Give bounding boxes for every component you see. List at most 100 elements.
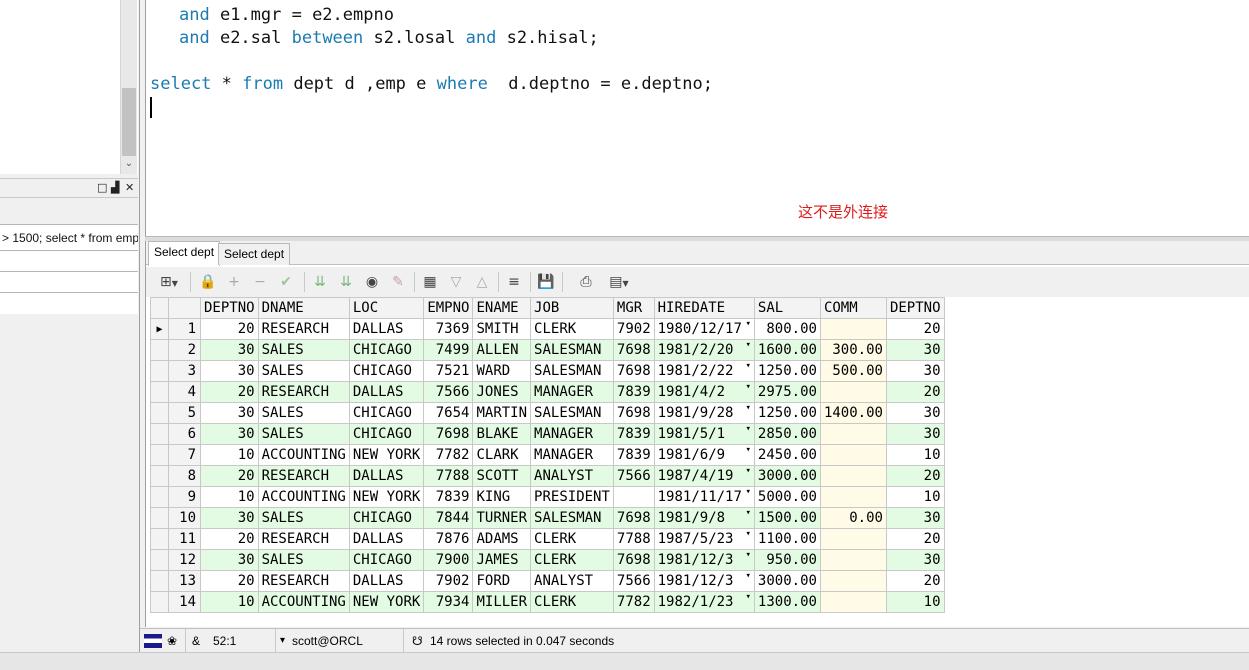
table-cell[interactable]: CLERK: [530, 591, 614, 613]
table-cell[interactable]: MILLER: [472, 591, 532, 613]
table-cell[interactable]: DALLAS: [348, 381, 425, 403]
table-cell[interactable]: 7788: [612, 528, 655, 550]
column-header[interactable]: MGR: [612, 297, 655, 319]
table-cell[interactable]: 30: [885, 360, 945, 382]
table-cell[interactable]: SALES: [257, 549, 350, 571]
table-row[interactable]: ▶ 1 20 RESEARCH DALLAS 7369 SMITH CLERK 7902 1980…: [150, 318, 945, 340]
find-icon[interactable]: ◉: [362, 272, 382, 292]
table-cell[interactable]: TURNER: [472, 507, 532, 529]
table-cell[interactable]: 30: [200, 339, 259, 361]
table-cell[interactable]: CHICAGO: [348, 339, 425, 361]
table-row[interactable]: 10 30 SALES CHICAGO 7844 TURNER SALESMAN 7698 19…: [150, 507, 945, 529]
table-cell[interactable]: 0.00: [819, 507, 887, 529]
table-cell[interactable]: MARTIN: [472, 402, 532, 424]
table-cell[interactable]: SALESMAN: [530, 402, 614, 424]
table-cell[interactable]: MANAGER: [530, 423, 614, 445]
table-cell[interactable]: RESEARCH: [257, 528, 350, 550]
table-row[interactable]: 9 10 ACCOUNTING NEW YORK 7839 KING PRESIDENT 19…: [150, 486, 945, 508]
date-dropdown-icon[interactable]: ▾: [746, 340, 751, 350]
date-dropdown-icon[interactable]: ▾: [746, 487, 751, 497]
table-cell[interactable]: 1987/5/23 ▾: [653, 528, 755, 550]
save-icon[interactable]: 💾: [536, 272, 556, 292]
table-cell[interactable]: SCOTT: [472, 465, 532, 487]
table-cell[interactable]: 7844: [423, 507, 474, 529]
clear-icon[interactable]: ✎: [388, 272, 408, 292]
table-row[interactable]: 4 20 RESEARCH DALLAS 7566 JONES MANAGER 7839 198…: [150, 381, 945, 403]
table-cell[interactable]: CLERK: [530, 549, 614, 571]
table-cell[interactable]: JONES: [472, 381, 532, 403]
table-cell[interactable]: SALES: [257, 339, 350, 361]
table-cell[interactable]: NEW YORK: [348, 444, 425, 466]
table-cell[interactable]: 20: [200, 465, 259, 487]
table-cell[interactable]: 20: [885, 570, 945, 592]
table-cell[interactable]: 7521: [423, 360, 474, 382]
table-cell[interactable]: 7876: [423, 528, 474, 550]
table-cell[interactable]: 7698: [612, 402, 655, 424]
table-row[interactable]: 13 20 RESEARCH DALLAS 7902 FORD ANALYST 7566 198…: [150, 570, 945, 592]
table-cell[interactable]: 7499: [423, 339, 474, 361]
table-cell[interactable]: ANALYST: [530, 465, 614, 487]
column-header[interactable]: DEPTNO: [200, 297, 259, 319]
table-cell[interactable]: 300.00: [819, 339, 887, 361]
table-cell[interactable]: DALLAS: [348, 528, 425, 550]
table-cell[interactable]: 7839: [612, 423, 655, 445]
table-cell[interactable]: KING: [472, 486, 532, 508]
table-cell[interactable]: 10: [885, 591, 945, 613]
table-cell[interactable]: 1980/12/17 ▾: [653, 318, 755, 340]
table-cell[interactable]: SALES: [257, 402, 350, 424]
table-cell[interactable]: 1981/9/28 ▾: [653, 402, 755, 424]
table-cell[interactable]: 30: [885, 339, 945, 361]
single-record-view-icon[interactable]: ≡: [504, 272, 524, 292]
table-cell[interactable]: RESEARCH: [257, 381, 350, 403]
scroll-down-arrow-icon[interactable]: ⌄: [123, 158, 135, 170]
table-cell[interactable]: JAMES: [472, 549, 532, 571]
result-grid[interactable]: DEPTNO DNAME LOC EMPNO ENAME JOB MGR HIREDATE SA…: [150, 297, 945, 613]
table-row[interactable]: 3 30 SALES CHICAGO 7521 WARD SALESMAN 7698 1981/…: [150, 360, 945, 382]
table-cell[interactable]: [819, 423, 887, 445]
table-cell[interactable]: NEW YORK: [348, 486, 425, 508]
table-cell[interactable]: 20: [200, 528, 259, 550]
table-cell[interactable]: MANAGER: [530, 381, 614, 403]
close-icon[interactable]: ✕: [125, 181, 134, 194]
connection-name[interactable]: scott@ORCL: [292, 629, 363, 653]
table-cell[interactable]: SALESMAN: [530, 339, 614, 361]
table-cell[interactable]: 10: [885, 486, 945, 508]
print-icon[interactable]: ⎙: [576, 272, 596, 292]
table-cell[interactable]: CLARK: [472, 444, 532, 466]
table-cell[interactable]: 500.00: [819, 360, 887, 382]
table-cell[interactable]: NEW YORK: [348, 591, 425, 613]
table-cell[interactable]: 800.00: [753, 318, 821, 340]
column-header[interactable]: LOC: [348, 297, 425, 319]
table-cell[interactable]: 30: [885, 549, 945, 571]
table-row[interactable]: 12 30 SALES CHICAGO 7900 JAMES CLERK 7698 1981/1…: [150, 549, 945, 571]
sql-editor[interactable]: and e1.mgr = e2.empno and e2.sal between…: [145, 0, 1249, 236]
table-cell[interactable]: 10: [200, 591, 259, 613]
date-dropdown-icon[interactable]: ▾: [746, 550, 751, 560]
table-cell[interactable]: WARD: [472, 360, 532, 382]
table-cell[interactable]: 7839: [423, 486, 474, 508]
table-cell[interactable]: 7698: [612, 339, 655, 361]
date-dropdown-icon[interactable]: ▾: [746, 382, 751, 392]
table-cell[interactable]: 1982/1/23 ▾: [653, 591, 755, 613]
table-cell[interactable]: PRESIDENT: [530, 486, 614, 508]
table-cell[interactable]: BLAKE: [472, 423, 532, 445]
table-cell[interactable]: 7698: [423, 423, 474, 445]
table-cell[interactable]: 7934: [423, 591, 474, 613]
column-header[interactable]: ENAME: [472, 297, 532, 319]
column-header[interactable]: SAL: [753, 297, 821, 319]
table-cell[interactable]: [819, 465, 887, 487]
table-cell[interactable]: 1500.00: [753, 507, 821, 529]
table-cell[interactable]: [819, 444, 887, 466]
table-cell[interactable]: 7839: [612, 381, 655, 403]
table-cell[interactable]: 30: [885, 507, 945, 529]
table-row[interactable]: 2 30 SALES CHICAGO 7499 ALLEN SALESMAN 7698 1981…: [150, 339, 945, 361]
tab-result-1[interactable]: Select dept: [148, 241, 221, 266]
table-cell[interactable]: [819, 486, 887, 508]
table-cell[interactable]: [819, 549, 887, 571]
table-cell[interactable]: MANAGER: [530, 444, 614, 466]
table-cell[interactable]: 20: [200, 570, 259, 592]
tab-result-2[interactable]: Select dept: [218, 243, 291, 265]
table-cell[interactable]: CLERK: [530, 528, 614, 550]
table-cell[interactable]: 7654: [423, 402, 474, 424]
table-row[interactable]: 7 10 ACCOUNTING NEW YORK 7782 CLARK MANAGER 783…: [150, 444, 945, 466]
